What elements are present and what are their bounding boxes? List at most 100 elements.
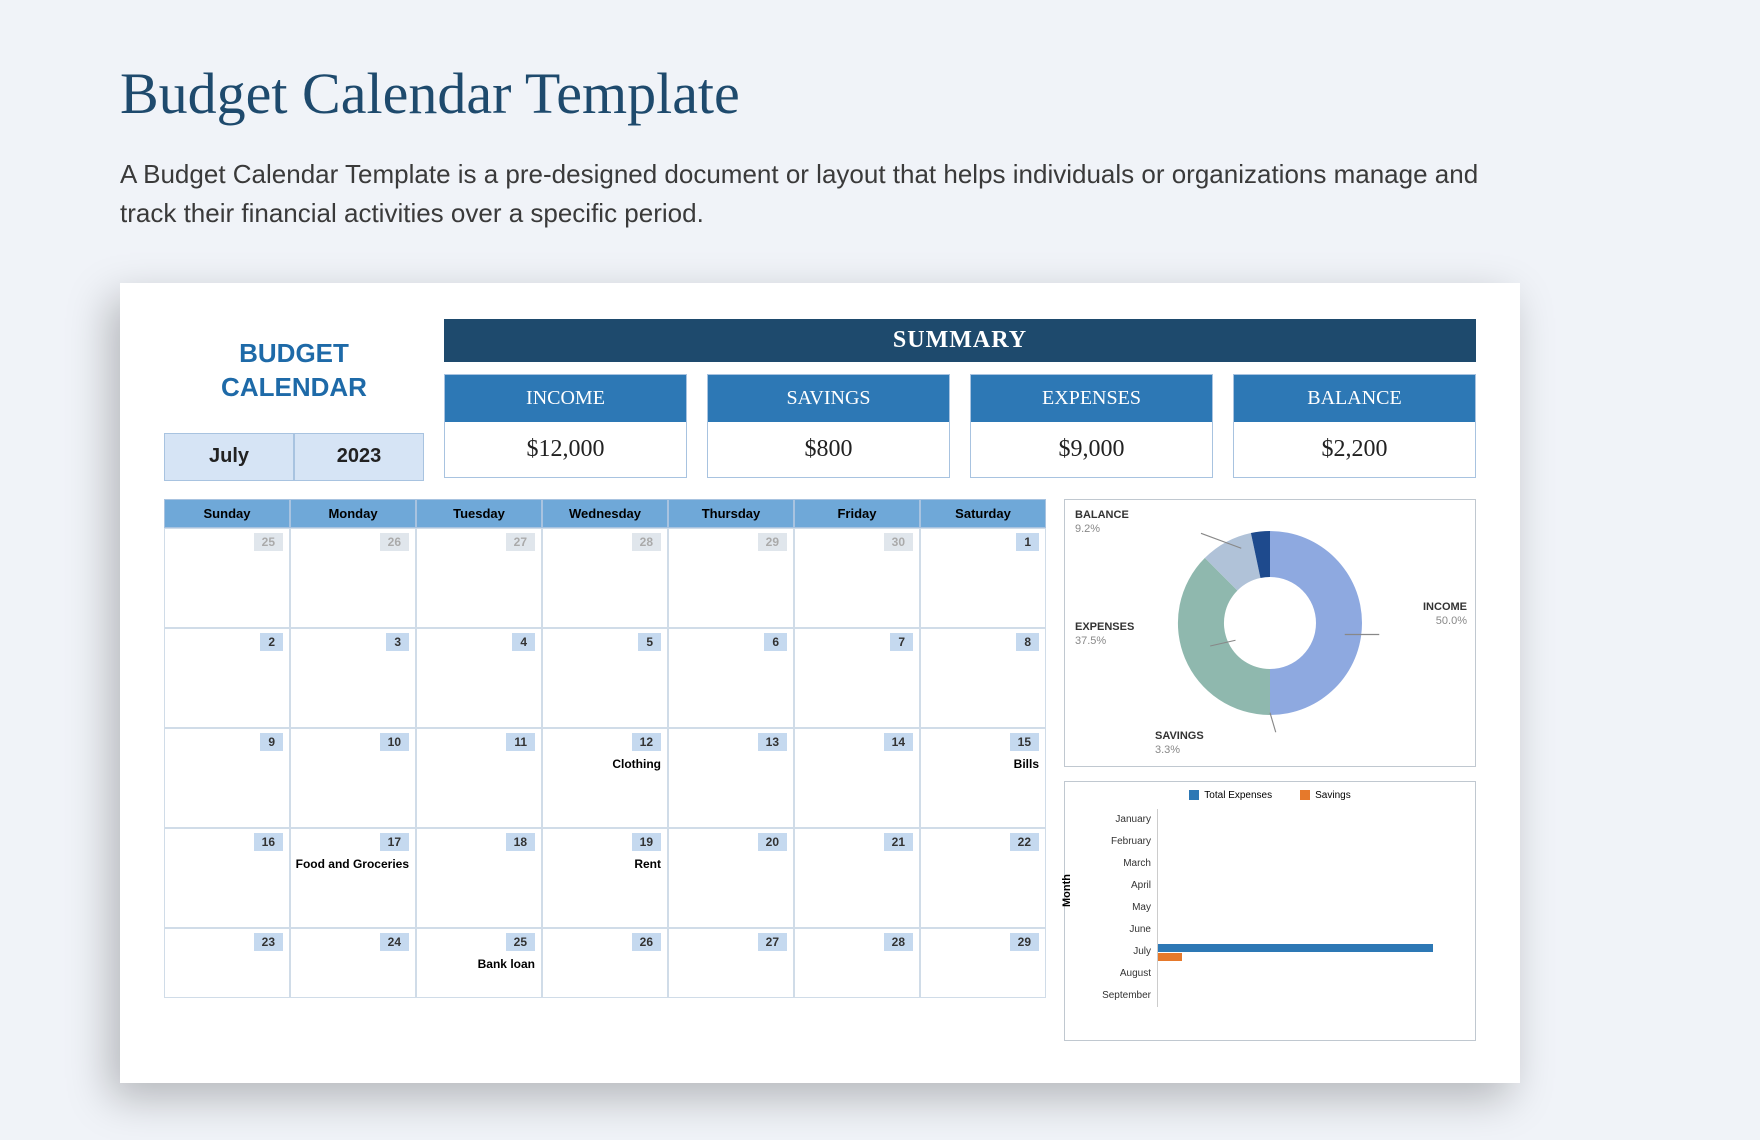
calendar-cell[interactable]: 6 — [668, 628, 794, 728]
summary-card: INCOME$12,000 — [444, 374, 687, 478]
day-header: Sunday — [164, 499, 290, 528]
calendar-cell[interactable]: 29 — [668, 528, 794, 628]
day-number: 20 — [758, 833, 787, 851]
calendar-cell[interactable]: 30 — [794, 528, 920, 628]
day-number: 2 — [260, 633, 283, 651]
bar-row: February — [1157, 831, 1463, 853]
day-number: 27 — [506, 533, 535, 551]
day-number: 8 — [1016, 633, 1039, 651]
day-number: 17 — [380, 833, 409, 851]
bar-y-axis-label: Month — [1061, 874, 1073, 907]
day-number: 28 — [632, 533, 661, 551]
summary-banner: SUMMARY — [444, 319, 1476, 362]
donut-chart: BALANCE 9.2% INCOME 50.0% EXPENSES 37.5%… — [1064, 499, 1476, 767]
bar-row: May — [1157, 897, 1463, 919]
calendar-cell[interactable]: 21 — [794, 828, 920, 928]
day-header: Saturday — [920, 499, 1046, 528]
day-number: 13 — [758, 733, 787, 751]
day-number: 21 — [884, 833, 913, 851]
bar-legend-savings: Savings — [1315, 790, 1351, 801]
bar-chart: Total Expenses Savings Month JanuaryFebr… — [1064, 781, 1476, 1041]
calendar-cell[interactable]: 14 — [794, 728, 920, 828]
month-year-selector[interactable]: July 2023 — [164, 433, 424, 481]
calendar-cell[interactable]: 12Clothing — [542, 728, 668, 828]
calendar-cell[interactable]: 7 — [794, 628, 920, 728]
template-preview: BUDGET CALENDAR July 2023 SUMMARY INCOME… — [120, 283, 1520, 1083]
page-description: A Budget Calendar Template is a pre-desi… — [120, 155, 1520, 233]
bar-row: January — [1157, 809, 1463, 831]
calendar-cell[interactable]: 19 Rent — [542, 828, 668, 928]
summary-card-label: SAVINGS — [708, 375, 949, 422]
summary-card-value: $800 — [708, 422, 949, 477]
donut-svg — [1140, 508, 1400, 738]
day-number: 26 — [380, 533, 409, 551]
donut-label-expenses: EXPENSES — [1075, 621, 1134, 633]
calendar-cell[interactable]: 4 — [416, 628, 542, 728]
day-number: 11 — [506, 733, 535, 751]
day-number: 28 — [884, 933, 913, 951]
day-number: 14 — [884, 733, 913, 751]
day-number: 4 — [512, 633, 535, 651]
calendar-cell[interactable]: 27 — [416, 528, 542, 628]
donut-label-income: INCOME — [1423, 601, 1467, 613]
calendar-cell[interactable]: 28 — [542, 528, 668, 628]
day-number: 24 — [380, 933, 409, 951]
bar-row: March — [1157, 853, 1463, 875]
calendar-cell[interactable]: 13 — [668, 728, 794, 828]
calendar-cell[interactable]: 17 Food and Groceries — [290, 828, 416, 928]
summary-card-label: BALANCE — [1234, 375, 1475, 422]
calendar-cell[interactable]: 1 — [920, 528, 1046, 628]
summary-card-value: $9,000 — [971, 422, 1212, 477]
day-header: Thursday — [668, 499, 794, 528]
donut-label-balance: BALANCE — [1075, 509, 1129, 521]
day-number: 3 — [386, 633, 409, 651]
calendar-cell[interactable]: 26 — [290, 528, 416, 628]
calendar-cell[interactable]: 3 — [290, 628, 416, 728]
calendar-cell[interactable]: 25 Bank loan — [416, 928, 542, 998]
calendar-cell[interactable]: 18 — [416, 828, 542, 928]
summary-card-label: INCOME — [445, 375, 686, 422]
day-header: Monday — [290, 499, 416, 528]
calendar-cell[interactable]: 10 — [290, 728, 416, 828]
day-number: 23 — [254, 933, 283, 951]
day-number: 30 — [884, 533, 913, 551]
calendar-cell[interactable]: 5 — [542, 628, 668, 728]
day-number: 19 — [632, 833, 661, 851]
summary-card-label: EXPENSES — [971, 375, 1212, 422]
month-cell[interactable]: July — [164, 433, 294, 481]
calendar-cell[interactable]: 9 — [164, 728, 290, 828]
calendar-event: Bills — [1014, 757, 1039, 771]
calendar-cell[interactable]: 25 — [164, 528, 290, 628]
day-number: 15 — [1010, 733, 1039, 751]
calendar-cell[interactable]: 22 — [920, 828, 1046, 928]
day-number: 6 — [764, 633, 787, 651]
calendar-cell[interactable]: 26 — [542, 928, 668, 998]
calendar-cell[interactable]: 24 — [290, 928, 416, 998]
donut-label-savings: SAVINGS — [1155, 730, 1204, 742]
calendar-cell[interactable]: 15 Bills — [920, 728, 1046, 828]
day-number: 25 — [506, 933, 535, 951]
calendar-cell[interactable]: 8 — [920, 628, 1046, 728]
calendar-cell[interactable]: 16 — [164, 828, 290, 928]
summary-card-value: $2,200 — [1234, 422, 1475, 477]
bar-row: July — [1157, 941, 1463, 963]
calendar-cell[interactable]: 11 — [416, 728, 542, 828]
calendar-event: Rent — [634, 857, 661, 871]
year-cell[interactable]: 2023 — [294, 433, 424, 481]
calendar-cell[interactable]: 20 — [668, 828, 794, 928]
calendar-cell[interactable]: 2 — [164, 628, 290, 728]
calendar-event: Food and Groceries — [296, 857, 409, 871]
day-number: 26 — [632, 933, 661, 951]
day-header: Tuesday — [416, 499, 542, 528]
calendar-cell[interactable]: 28 — [794, 928, 920, 998]
day-number: 10 — [380, 733, 409, 751]
day-number: 5 — [638, 633, 661, 651]
calendar-cell[interactable]: 29 — [920, 928, 1046, 998]
day-number: 25 — [254, 533, 283, 551]
calendar-event: Bank loan — [478, 957, 535, 971]
calendar-cell[interactable]: 23 — [164, 928, 290, 998]
bar-row: September — [1157, 985, 1463, 1007]
calendar-cell[interactable]: 27 — [668, 928, 794, 998]
summary-card: SAVINGS$800 — [707, 374, 950, 478]
budget-calendar-heading: BUDGET CALENDAR — [164, 337, 424, 405]
